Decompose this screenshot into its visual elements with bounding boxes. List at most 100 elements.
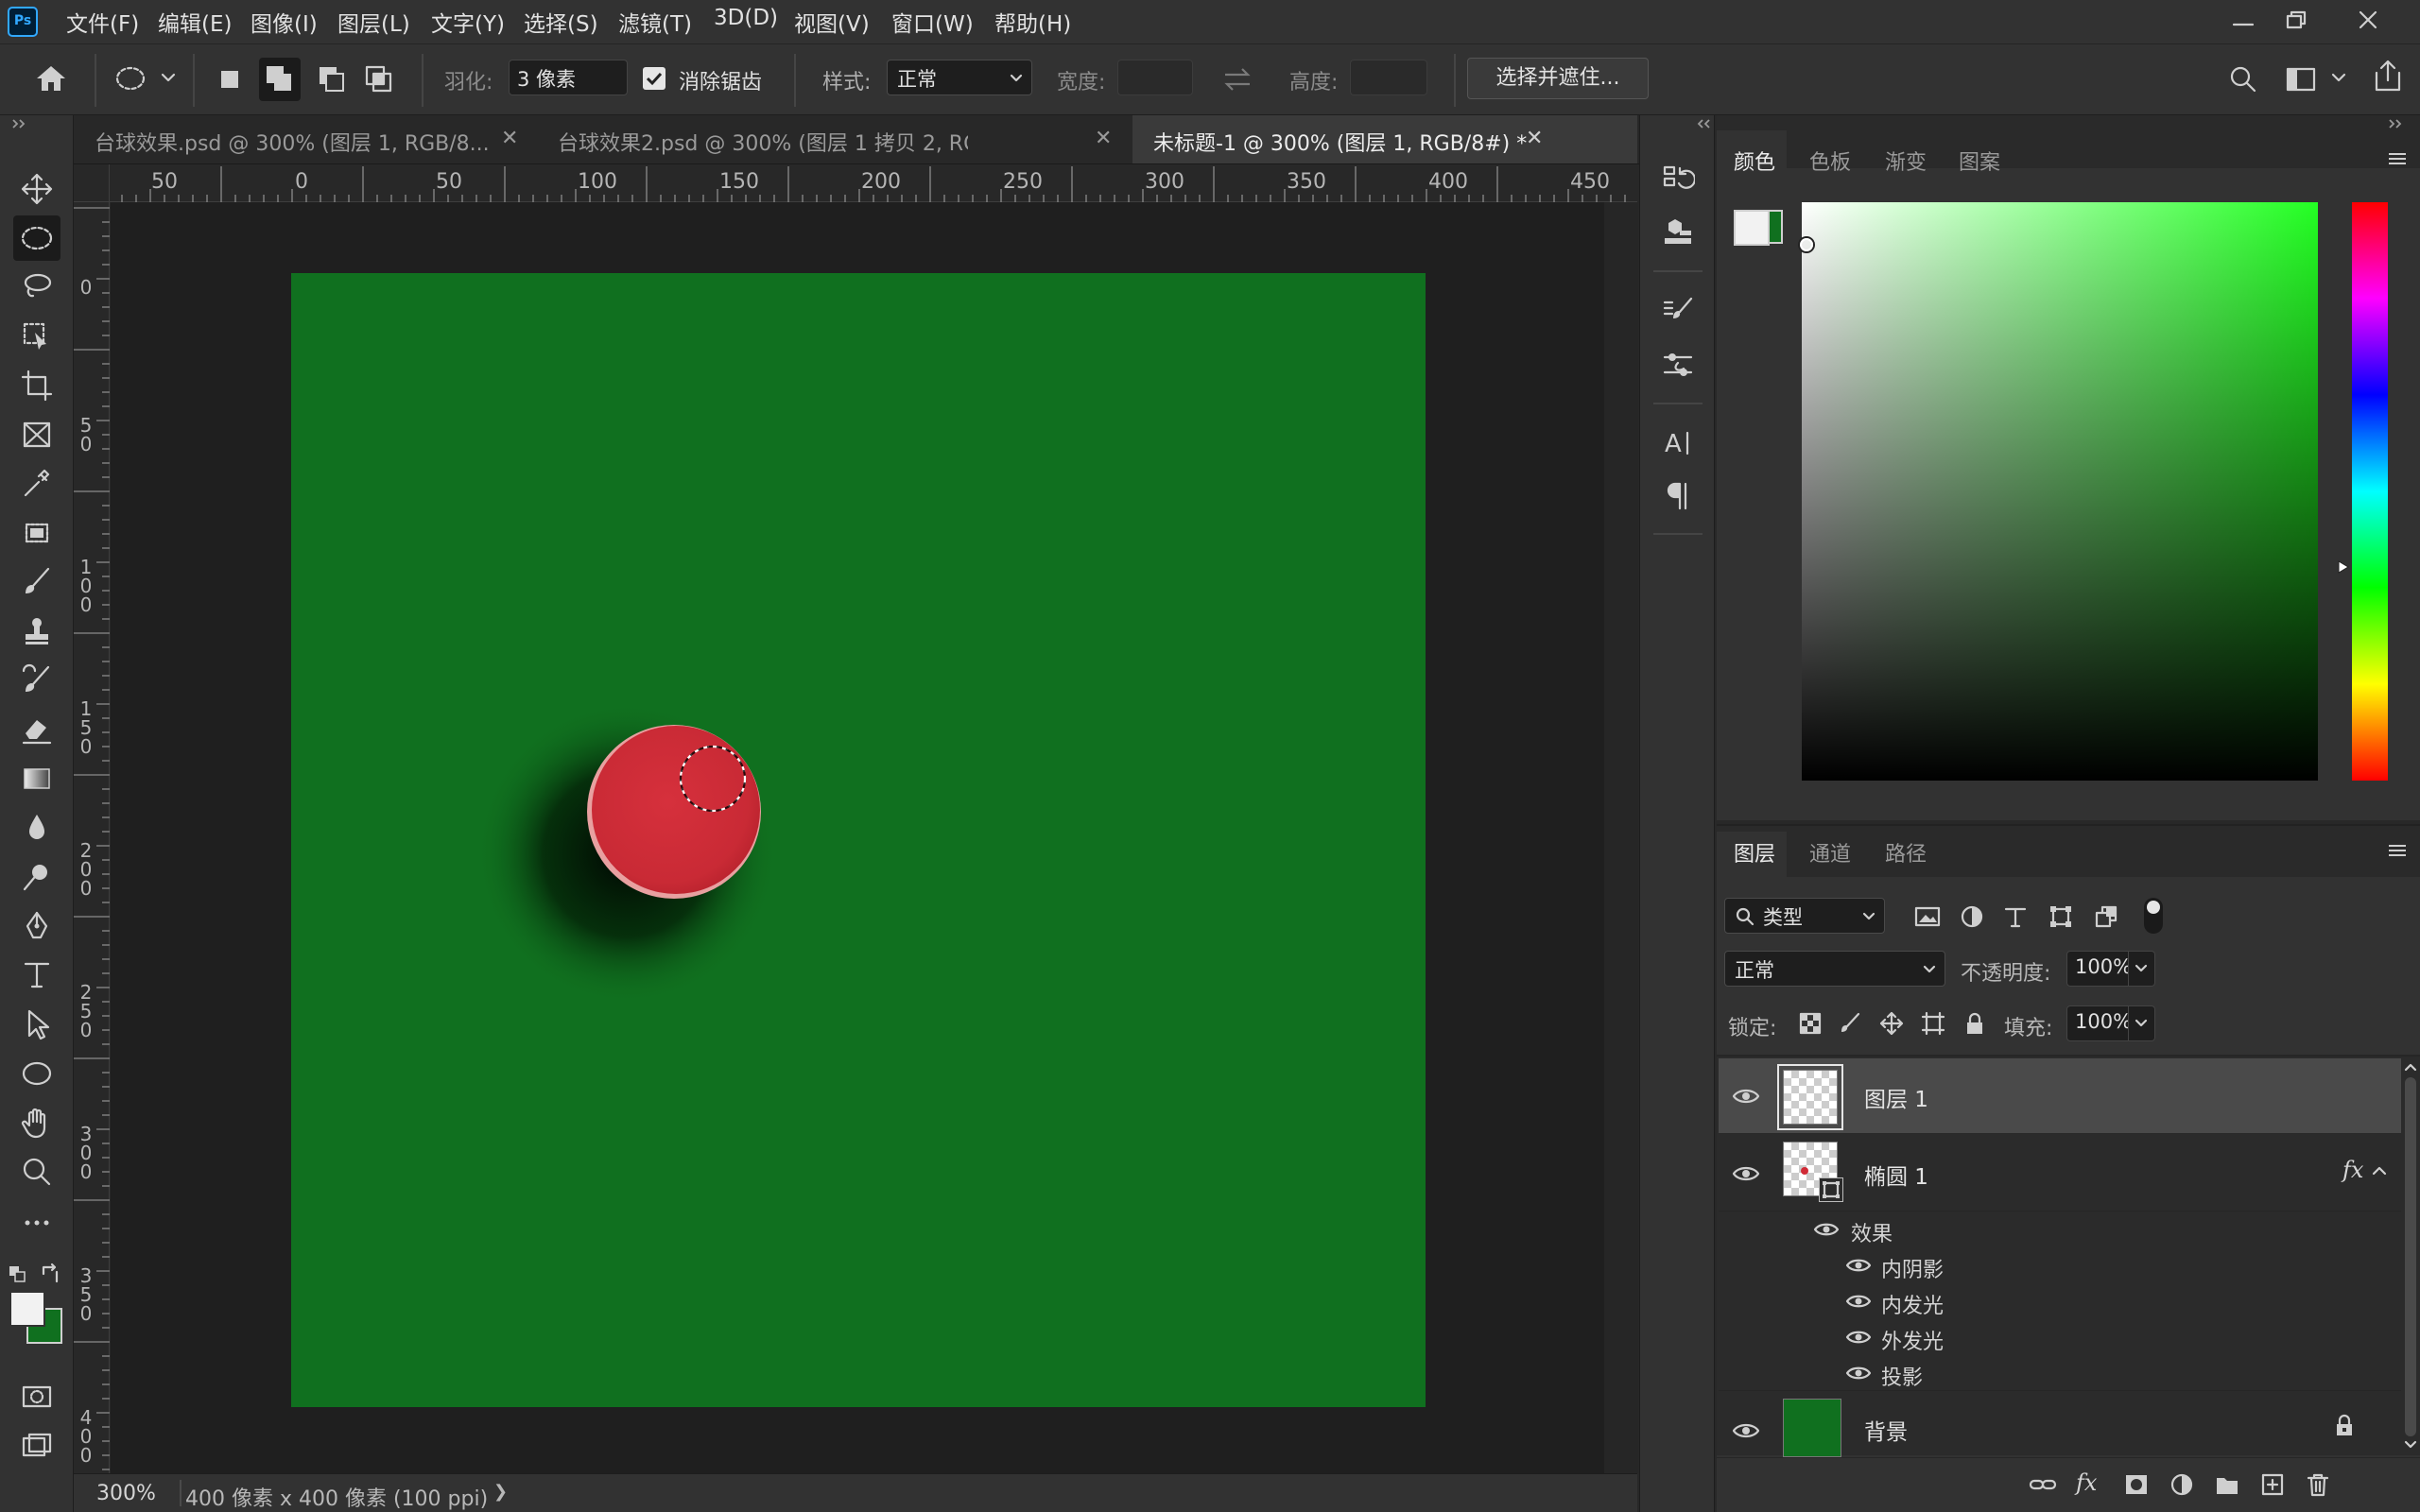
elliptical-marquee-preset-icon[interactable] [112, 61, 149, 95]
tab-patterns[interactable]: 图案 [1959, 146, 2000, 176]
eraser-tool[interactable] [13, 707, 60, 752]
new-selection-icon[interactable] [216, 65, 246, 95]
add-layer-style-icon[interactable]: fx [2076, 1469, 2097, 1496]
gradient-tool[interactable] [13, 756, 60, 801]
swap-colors-icon[interactable] [40, 1263, 62, 1285]
tab-layers[interactable]: 图层 [1734, 837, 1775, 868]
frame-tool[interactable] [13, 412, 60, 457]
layer-fx-badge[interactable]: fx [2342, 1157, 2363, 1183]
spot-healing-tool[interactable] [13, 510, 60, 556]
layer-name[interactable]: 背景 [1864, 1414, 1908, 1446]
filter-adjustment-icon[interactable] [1959, 903, 1985, 930]
tab-color[interactable]: 颜色 [1734, 146, 1775, 176]
eye-icon[interactable] [1845, 1327, 1872, 1348]
brush-tool[interactable] [13, 559, 60, 605]
object-selection-tool[interactable] [13, 314, 60, 359]
width-input[interactable] [1117, 60, 1193, 95]
style-select[interactable]: 正常 [887, 60, 1032, 95]
menu-window[interactable]: 窗口(W) [891, 6, 974, 38]
share-icon[interactable] [2371, 58, 2405, 95]
panel-foreground-swatch[interactable] [1734, 210, 1770, 246]
move-tool[interactable] [13, 166, 60, 212]
menu-edit[interactable]: 编辑(E) [158, 6, 232, 38]
eye-icon[interactable] [1845, 1291, 1872, 1312]
hue-slider[interactable] [2352, 202, 2388, 781]
height-input[interactable] [1350, 60, 1427, 95]
history-panel-icon[interactable] [1653, 157, 1703, 202]
blur-tool[interactable] [13, 805, 60, 850]
minimize-icon[interactable] [2229, 9, 2257, 34]
fill-dropdown[interactable] [2129, 1005, 2155, 1041]
dodge-tool[interactable] [13, 854, 60, 900]
filter-pixel-icon[interactable] [1913, 903, 1942, 930]
opacity-input[interactable]: 100% [2066, 951, 2129, 987]
quick-mask-icon[interactable] [13, 1374, 60, 1419]
menu-file[interactable]: 文件(F) [66, 6, 139, 38]
menu-help[interactable]: 帮助(H) [994, 6, 1071, 38]
ellipse-tool[interactable] [13, 1051, 60, 1096]
menu-filter[interactable]: 滤镜(T) [618, 6, 692, 38]
menu-3d[interactable]: 3D(D) [714, 6, 778, 30]
intersect-selection-icon[interactable] [361, 61, 395, 95]
panel-menu-icon[interactable] [2386, 841, 2409, 860]
eye-icon[interactable] [1732, 1162, 1760, 1185]
eye-icon[interactable] [1845, 1363, 1872, 1383]
properties-panel-icon[interactable] [1653, 342, 1703, 387]
layer-filter-select[interactable]: 类型 [1724, 898, 1885, 934]
hue-slider-handle-icon[interactable] [2337, 559, 2350, 575]
eye-icon[interactable] [1732, 1419, 1760, 1442]
scrollbar-thumb[interactable] [2405, 1077, 2416, 1436]
feather-input[interactable]: 3 像素 [509, 60, 628, 95]
effect-row-inner-shadow[interactable]: 内阴影 [1719, 1247, 2401, 1283]
more-tools-icon[interactable] [13, 1200, 60, 1246]
default-colors-icon[interactable] [8, 1264, 28, 1285]
eyedropper-tool[interactable] [13, 461, 60, 507]
type-tool[interactable] [13, 953, 60, 998]
subtract-from-selection-icon[interactable] [314, 61, 348, 95]
tab-swatches[interactable]: 色板 [1809, 146, 1851, 176]
collapse-arrows-icon[interactable] [2386, 115, 2409, 132]
history-brush-tool[interactable] [13, 658, 60, 703]
document-tab[interactable]: 台球效果2.psd @ 300% (图层 1 拷贝 2, RGB/8#/C... [537, 115, 968, 164]
chevron-up-icon[interactable] [2403, 1060, 2418, 1074]
effects-row[interactable]: 效果 [1719, 1211, 2401, 1247]
blend-mode-select[interactable]: 正常 [1724, 951, 1945, 987]
menu-type[interactable]: 文字(Y) [431, 6, 505, 38]
close-tab-icon[interactable]: ✕ [1526, 127, 1543, 150]
pen-tool[interactable] [13, 903, 60, 949]
document-tab-active[interactable]: 未标题-1 @ 300% (图层 1, RGB/8#) * [1132, 115, 1637, 164]
color-field-cursor[interactable] [1798, 236, 1815, 253]
home-icon[interactable] [32, 61, 70, 95]
chevron-down-icon[interactable] [2331, 71, 2346, 84]
lock-icon[interactable] [2333, 1414, 2356, 1438]
search-icon[interactable] [2227, 63, 2259, 95]
path-selection-tool[interactable] [13, 1002, 60, 1047]
lock-transparent-icon[interactable] [1798, 1011, 1823, 1036]
menu-view[interactable]: 视图(V) [794, 6, 870, 38]
adjustment-layer-icon[interactable] [2169, 1471, 2195, 1498]
lasso-tool[interactable] [13, 265, 60, 310]
swap-width-height-icon[interactable] [1221, 65, 1253, 94]
layers-scrollbar[interactable] [2401, 1057, 2420, 1455]
close-window-icon[interactable] [2354, 6, 2382, 34]
select-and-mask-button[interactable]: 选择并遮住... [1467, 58, 1649, 99]
antialias-checkbox[interactable] [643, 67, 666, 90]
filter-smart-object-icon[interactable] [2093, 903, 2119, 930]
menu-select[interactable]: 选择(S) [524, 6, 598, 38]
menu-layer[interactable]: 图层(L) [337, 6, 410, 38]
document-canvas[interactable] [291, 273, 1426, 1407]
chevron-down-icon[interactable] [161, 71, 176, 84]
lock-position-icon[interactable] [1879, 1011, 1904, 1036]
close-tab-icon[interactable]: ✕ [1095, 127, 1112, 150]
fill-input[interactable]: 100% [2066, 1005, 2129, 1041]
foreground-color-swatch[interactable] [9, 1291, 45, 1327]
opacity-dropdown[interactable] [2129, 951, 2155, 987]
add-mask-icon[interactable] [2123, 1471, 2150, 1498]
filter-type-icon[interactable] [2002, 903, 2029, 930]
layer-row-ellipse1[interactable]: 椭圆 1 fx [1719, 1136, 2401, 1211]
zoom-level[interactable]: 300% [96, 1482, 156, 1505]
hand-tool[interactable] [13, 1100, 60, 1145]
restore-icon[interactable] [2282, 8, 2310, 32]
new-group-icon[interactable] [2214, 1471, 2240, 1498]
filter-toggle[interactable] [2144, 898, 2163, 934]
